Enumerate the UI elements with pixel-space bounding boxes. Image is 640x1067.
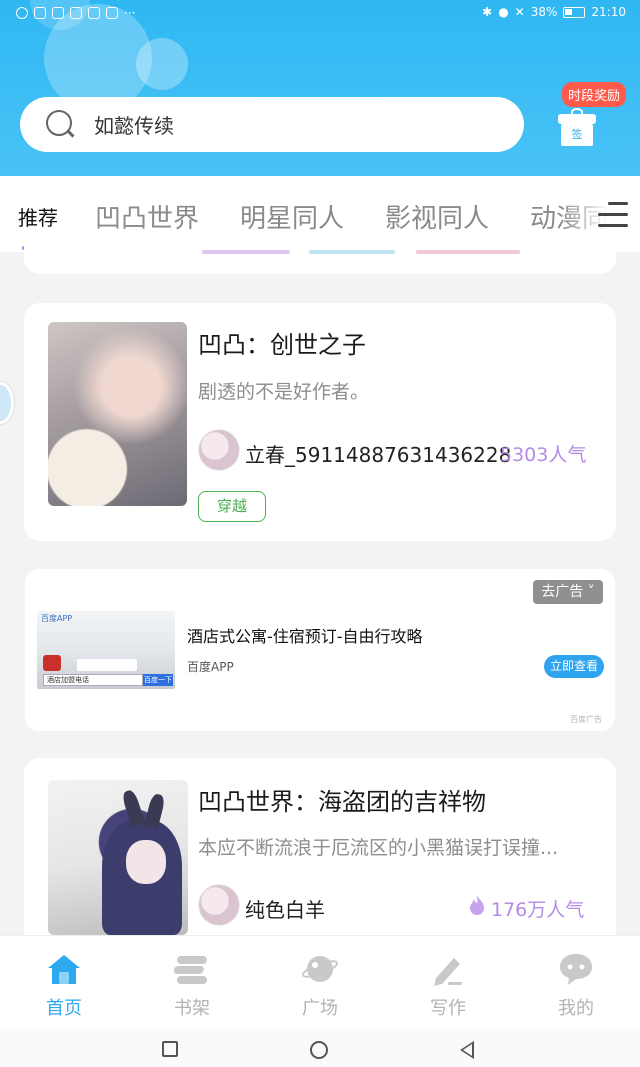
ad-mark: 百度广告 xyxy=(570,715,602,724)
notification-icon xyxy=(34,7,46,19)
time-reward-tag: 时段奖励 xyxy=(562,82,627,107)
ad-image[interactable]: 百度APP 酒店加盟电话 百度一下 xyxy=(37,611,175,689)
ad-image-chair xyxy=(43,655,61,671)
book-description: 剧透的不是好作者。 xyxy=(198,381,370,403)
ad-title[interactable]: 酒店式公寓-住宿预订-自由行攻略 xyxy=(187,623,423,647)
bluetooth-icon: ✱ xyxy=(482,5,493,19)
nav-write[interactable]: 写作 xyxy=(384,936,512,1032)
tag-pill-remnant xyxy=(202,250,290,254)
pen-icon xyxy=(434,958,462,986)
clock: 21:10 xyxy=(591,5,626,19)
flame-icon xyxy=(470,895,484,915)
chat-bubble-icon xyxy=(560,954,592,985)
ad-image-bed xyxy=(77,659,137,671)
ad-image-search: 酒店加盟电话 xyxy=(43,674,143,686)
search-bar[interactable]: 如懿传续 xyxy=(20,97,524,152)
ad-cta-button[interactable]: 立即查看 xyxy=(544,655,604,678)
location-icon: ● xyxy=(498,5,509,19)
nav-mine[interactable]: 我的 xyxy=(512,936,640,1032)
bookshelf-icon xyxy=(174,956,207,984)
ad-image-search-button: 百度一下 xyxy=(143,674,173,686)
book-cover[interactable] xyxy=(48,780,188,935)
mute-icon: ✕ xyxy=(514,5,525,19)
nav-bookshelf[interactable]: 书架 xyxy=(128,936,256,1032)
genre-tag[interactable]: 穿越 xyxy=(198,491,266,522)
author-avatar[interactable] xyxy=(198,884,240,926)
nav-plaza[interactable]: 广场 xyxy=(256,936,384,1032)
bottom-nav: 首页 书架 广场 写作 我的 xyxy=(0,935,640,1031)
system-nav-bar xyxy=(0,1031,640,1067)
sign-in-label: 签 xyxy=(561,124,593,146)
category-menu-icon[interactable] xyxy=(598,200,628,230)
author-name[interactable]: 立春_59114887631436228 xyxy=(245,439,511,468)
app-notification-icon xyxy=(88,7,100,19)
gift-icon: 签 xyxy=(558,108,596,146)
search-icon xyxy=(46,109,76,140)
battery-icon xyxy=(563,6,586,18)
ad-image-label: 百度APP xyxy=(41,614,73,623)
tab-tv-fanfic[interactable]: 影视同人 xyxy=(385,198,489,235)
battery-percent: 38% xyxy=(530,5,558,19)
popularity-count: 176万人气 xyxy=(491,899,585,921)
wifi-icon xyxy=(16,7,28,19)
nav-mine-label: 我的 xyxy=(558,998,594,1019)
remove-ad-button[interactable]: 去广告 ˅ xyxy=(533,580,603,604)
app-notification-icon xyxy=(70,7,82,19)
book-cover[interactable] xyxy=(48,322,187,506)
status-bar: ··· ✱ ● ✕ 38% 21:10 xyxy=(0,0,640,28)
author-avatar[interactable] xyxy=(198,429,240,471)
tag-pill-remnant xyxy=(309,250,395,254)
time-reward-button[interactable]: 时段奖励 签 xyxy=(556,82,632,152)
app-notification-icon xyxy=(52,7,64,19)
more-notifications-icon: ··· xyxy=(124,6,136,20)
planet-icon xyxy=(302,956,338,982)
recent-apps-icon[interactable] xyxy=(162,1041,178,1057)
nav-plaza-label: 广场 xyxy=(302,998,338,1019)
tab-recommend[interactable]: 推荐 xyxy=(18,202,58,231)
tab-star-fanfic[interactable]: 明星同人 xyxy=(240,198,344,235)
app-notification-icon xyxy=(106,7,118,19)
nav-home-label: 首页 xyxy=(46,998,82,1019)
popularity-count: 5303人气 xyxy=(500,444,587,466)
floating-widget-handle[interactable] xyxy=(0,382,14,424)
tag-pill-remnant xyxy=(416,250,520,254)
book-title[interactable]: 凹凸世界：海盗团的吉祥物 xyxy=(198,782,486,817)
decor-bubble xyxy=(136,38,188,90)
book-description: 本应不断流浪于厄流区的小黑猫误打误撞... xyxy=(198,837,559,859)
author-name[interactable]: 纯色白羊 xyxy=(245,894,325,923)
app-header: ··· ✱ ● ✕ 38% 21:10 如懿传续 时段奖励 签 xyxy=(0,0,640,176)
home-icon xyxy=(48,955,80,984)
search-input[interactable]: 如懿传续 xyxy=(94,110,174,139)
tab-aotu-world[interactable]: 凹凸世界 xyxy=(95,198,199,235)
home-button-icon[interactable] xyxy=(310,1041,328,1059)
nav-home[interactable]: 首页 xyxy=(0,936,128,1032)
nav-write-label: 写作 xyxy=(430,998,466,1019)
back-icon[interactable] xyxy=(460,1041,474,1059)
ad-source: 百度APP xyxy=(187,660,234,674)
book-title[interactable]: 凹凸：创世之子 xyxy=(198,325,366,360)
nav-bookshelf-label: 书架 xyxy=(174,998,210,1019)
previous-card-remnant xyxy=(24,232,616,274)
